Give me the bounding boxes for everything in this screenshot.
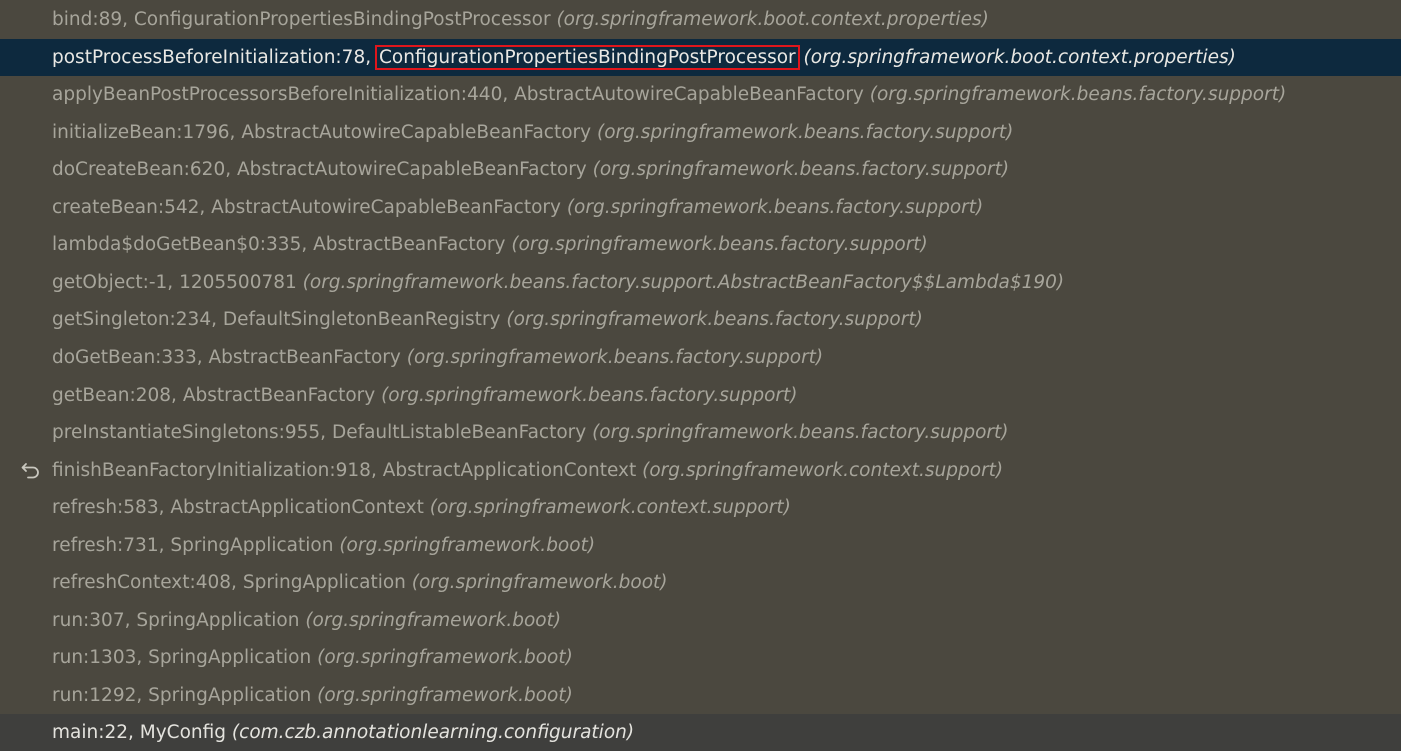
frame-package: (org.springframework.boot.context.proper… — [550, 9, 989, 30]
frame-class: AbstractAutowireCapableBeanFactory — [236, 159, 587, 181]
frame-method: run:307, — [52, 609, 137, 631]
frame-method: main:22, — [52, 722, 140, 744]
stack-frame-row[interactable]: finishBeanFactoryInitialization:918, Abs… — [0, 452, 1401, 489]
frame-package: (org.springframework.beans.factory.suppo… — [560, 196, 984, 218]
stack-frame-row[interactable]: run:307, SpringApplication (org.springfr… — [0, 602, 1401, 639]
frame-package: (org.springframework.boot) — [311, 684, 573, 706]
frame-class: AbstractAutowireCapableBeanFactory — [241, 121, 592, 143]
stack-frame-row[interactable]: preInstantiateSingletons:955, DefaultLis… — [0, 414, 1401, 451]
frame-class: AbstractAutowireCapableBeanFactory — [514, 84, 864, 106]
frame-package: (org.springframework.beans.factory.suppo… — [500, 309, 923, 331]
stack-frame-row[interactable]: getSingleton:234, DefaultSingletonBeanRe… — [0, 301, 1401, 338]
frame-class: MyConfig — [139, 722, 227, 744]
frame-class: AbstractBeanFactory — [182, 384, 376, 406]
frame-package: (org.springframework.context.support) — [636, 459, 1004, 481]
frame-class: DefaultListableBeanFactory — [331, 422, 587, 444]
frame-package: (org.springframework.beans.factory.suppo… — [400, 346, 824, 368]
stack-frame-row[interactable]: refresh:731, SpringApplication (org.spri… — [0, 527, 1401, 564]
stack-frame-row[interactable]: doCreateBean:620, AbstractAutowireCapabl… — [0, 151, 1401, 188]
frame-package: (org.springframework.context.support) — [423, 497, 791, 519]
stack-frame-row[interactable]: bind:89, ConfigurationPropertiesBindingP… — [0, 1, 1401, 38]
undo-arrow-icon[interactable] — [18, 452, 44, 489]
frame-class: DefaultSingletonBeanRegistry — [222, 309, 501, 331]
frame-package: (org.springframework.boot) — [333, 534, 596, 556]
frame-class: SpringApplication — [136, 609, 300, 631]
frame-class: ConfigurationPropertiesBindingPostProces… — [133, 9, 551, 30]
frame-package: (org.springframework.boot) — [311, 647, 573, 669]
stack-frame-row[interactable]: refresh:583, AbstractApplicationContext … — [0, 489, 1401, 526]
stack-frame-row[interactable]: getBean:208, AbstractBeanFactory (org.sp… — [0, 377, 1401, 414]
frame-method: run:1292, — [52, 684, 149, 706]
stack-frame-row[interactable]: doGetBean:333, AbstractBeanFactory (org.… — [0, 339, 1401, 376]
frame-class: AbstractAutowireCapableBeanFactory — [211, 196, 561, 218]
frame-package: (org.springframework.beans.factory.suppo… — [375, 384, 798, 406]
frame-method: getObject:-1, — [52, 271, 180, 293]
frame-method: doCreateBean:620, — [52, 159, 237, 181]
frame-class: AbstractBeanFactory — [313, 234, 506, 256]
frame-class: SpringApplication — [242, 572, 406, 594]
frame-method: doGetBean:333, — [52, 346, 209, 368]
stack-frame-row[interactable]: main:22, MyConfig (com.czb.annotationlea… — [0, 714, 1401, 751]
frame-package: (com.czb.annotationlearning.configuratio… — [226, 722, 635, 744]
stack-frames-list: bind:89, ConfigurationPropertiesBindingP… — [0, 0, 1401, 751]
frame-package: (org.springframework.beans.factory.suppo… — [591, 121, 1014, 143]
frame-class: ConfigurationPropertiesBindingPostProces… — [374, 44, 800, 70]
stack-frame-row[interactable]: initializeBean:1796, AbstractAutowireCap… — [0, 114, 1401, 151]
frame-method: lambda$doGetBean$0:335, — [52, 234, 314, 256]
stack-frame-row[interactable]: lambda$doGetBean$0:335, AbstractBeanFact… — [0, 226, 1401, 263]
frame-method: bind:89, — [52, 9, 134, 30]
frame-package: (org.springframework.beans.factory.suppo… — [863, 84, 1287, 106]
frame-method: preInstantiateSingletons:955, — [52, 422, 332, 444]
frame-class: AbstractBeanFactory — [208, 346, 401, 368]
frame-package: (org.springframework.beans.factory.suppo… — [505, 234, 928, 256]
stack-frame-row[interactable]: createBean:542, AbstractAutowireCapableB… — [0, 189, 1401, 226]
frame-method: postProcessBeforeInitialization:78, — [52, 46, 377, 68]
frame-method: finishBeanFactoryInitialization:918, — [52, 459, 383, 481]
frame-class: AbstractApplicationContext — [170, 497, 424, 519]
frame-package: (org.springframework.boot) — [405, 572, 668, 594]
frame-method: refresh:583, — [52, 497, 171, 519]
frame-method: initializeBean:1796, — [52, 121, 242, 143]
stack-frame-row[interactable]: applyBeanPostProcessorsBeforeInitializat… — [0, 76, 1401, 113]
frame-package: (org.springframework.beans.factory.suppo… — [586, 422, 1009, 444]
frame-method: applyBeanPostProcessorsBeforeInitializat… — [52, 84, 515, 106]
frame-class: AbstractApplicationContext — [382, 459, 637, 481]
stack-frame-row[interactable]: getObject:-1, 1205500781 (org.springfram… — [0, 264, 1401, 301]
frame-package: (org.springframework.boot) — [299, 609, 562, 631]
frame-method: createBean:542, — [52, 196, 212, 218]
frame-class: SpringApplication — [170, 534, 334, 556]
frame-class: SpringApplication — [148, 647, 312, 669]
stack-frame-row[interactable]: run:1303, SpringApplication (org.springf… — [0, 639, 1401, 676]
frame-class: 1205500781 — [179, 271, 297, 293]
frame-package: (org.springframework.beans.factory.suppo… — [586, 159, 1010, 181]
frame-class: SpringApplication — [148, 684, 312, 706]
frame-package: (org.springframework.beans.factory.suppo… — [296, 271, 1065, 293]
frame-method: getSingleton:234, — [52, 309, 223, 331]
frame-method: run:1303, — [52, 647, 149, 669]
frame-method: getBean:208, — [52, 384, 183, 406]
stack-frame-row[interactable]: run:1292, SpringApplication (org.springf… — [0, 677, 1401, 714]
frame-method: refreshContext:408, — [52, 572, 243, 594]
frame-package: (org.springframework.boot.context.proper… — [797, 46, 1236, 68]
stack-frame-row[interactable]: refreshContext:408, SpringApplication (o… — [0, 564, 1401, 601]
frame-method: refresh:731, — [52, 534, 171, 556]
stack-frame-row[interactable]: postProcessBeforeInitialization:78, Conf… — [0, 38, 1401, 76]
